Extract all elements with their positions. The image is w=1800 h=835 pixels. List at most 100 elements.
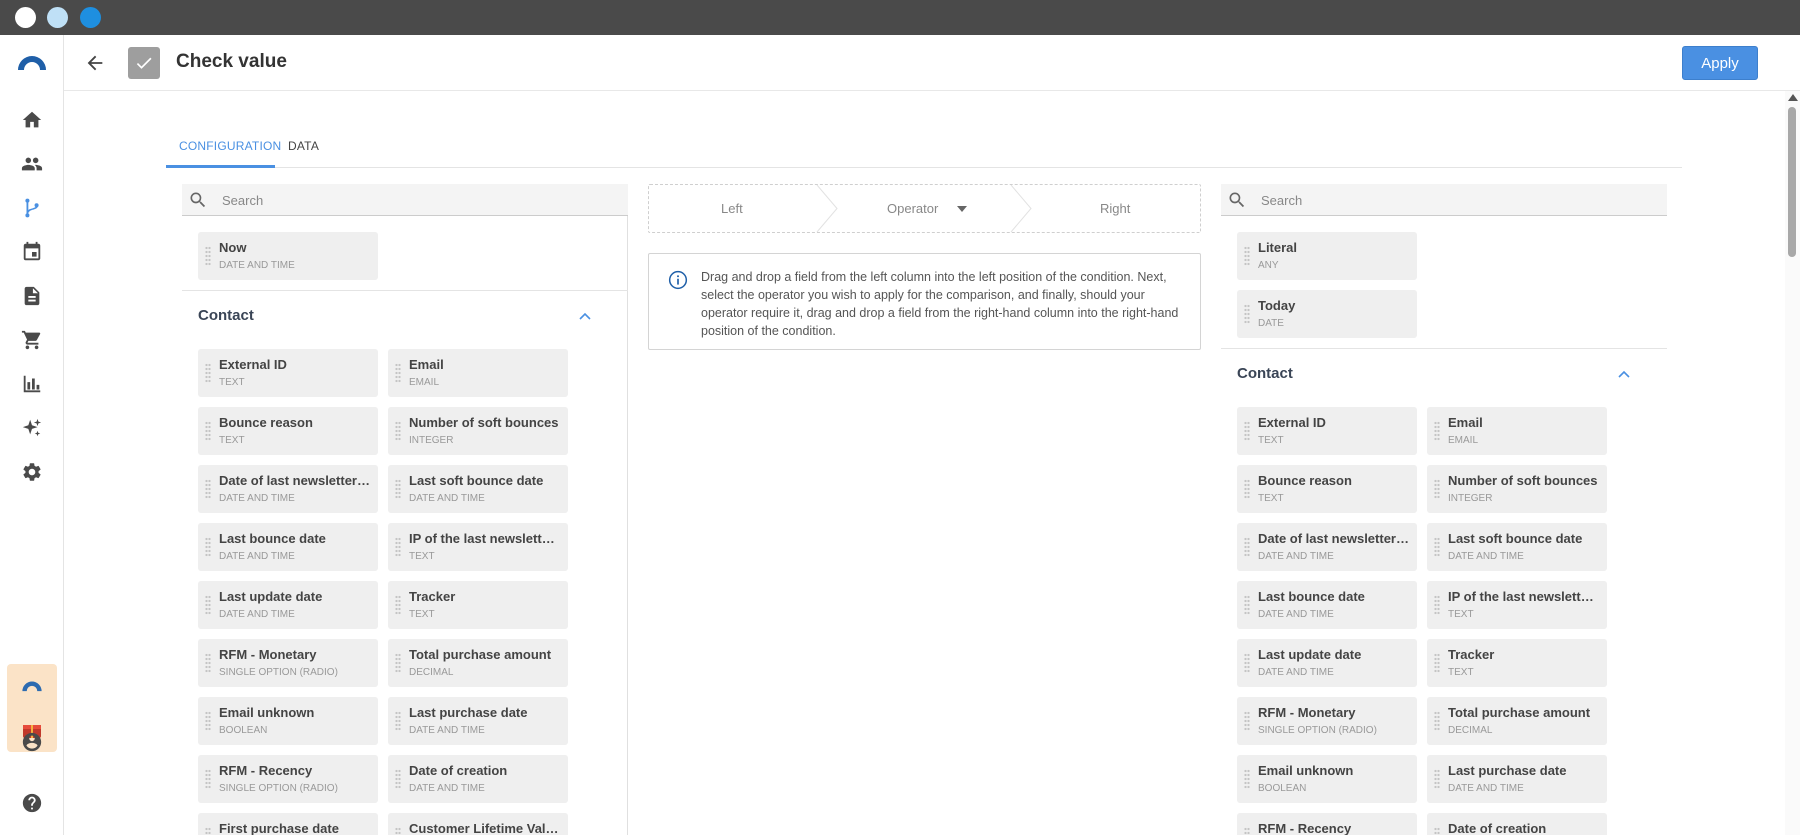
drag-handle-icon[interactable] bbox=[1434, 537, 1440, 557]
field-chip[interactable]: Email EMAIL bbox=[388, 349, 568, 397]
drag-handle-icon[interactable] bbox=[205, 827, 211, 835]
apply-button[interactable]: Apply bbox=[1682, 46, 1758, 80]
drag-handle-icon[interactable] bbox=[1244, 421, 1250, 441]
condition-left-slot[interactable]: Left bbox=[721, 201, 743, 216]
condition-right-slot[interactable]: Right bbox=[1100, 201, 1130, 216]
field-chip[interactable]: Last purchase date DATE AND TIME bbox=[388, 697, 568, 745]
window-minimize-button[interactable] bbox=[47, 7, 68, 28]
field-chip[interactable]: IP of the last newslette… TEXT bbox=[1427, 581, 1607, 629]
document-icon[interactable] bbox=[20, 284, 44, 308]
drag-handle-icon[interactable] bbox=[205, 653, 211, 673]
drag-handle-icon[interactable] bbox=[1244, 246, 1250, 266]
field-chip[interactable]: Last update date DATE AND TIME bbox=[1237, 639, 1417, 687]
field-chip[interactable]: Tracker TEXT bbox=[388, 581, 568, 629]
field-chip[interactable]: Last bounce date DATE AND TIME bbox=[198, 523, 378, 571]
field-chip[interactable]: Last purchase date DATE AND TIME bbox=[1427, 755, 1607, 803]
field-chip[interactable]: Email unknown BOOLEAN bbox=[1237, 755, 1417, 803]
chevron-up-icon[interactable] bbox=[1618, 370, 1630, 378]
field-chip[interactable]: Email unknown BOOLEAN bbox=[198, 697, 378, 745]
field-chip[interactable]: Last soft bounce date DATE AND TIME bbox=[1427, 523, 1607, 571]
drag-handle-icon[interactable] bbox=[205, 595, 211, 615]
field-chip[interactable]: RFM - Recency bbox=[1237, 813, 1417, 835]
drag-handle-icon[interactable] bbox=[1244, 827, 1250, 835]
drag-handle-icon[interactable] bbox=[1434, 769, 1440, 789]
field-chip[interactable]: Customer Lifetime Val… bbox=[388, 813, 568, 835]
field-chip[interactable]: Date of creation bbox=[1427, 813, 1607, 835]
scroll-up-arrow-icon[interactable] bbox=[1788, 94, 1798, 101]
cart-icon[interactable] bbox=[20, 328, 44, 352]
calendar-icon[interactable] bbox=[20, 240, 44, 264]
drag-handle-icon[interactable] bbox=[205, 479, 211, 499]
chevron-up-icon[interactable] bbox=[579, 312, 591, 320]
gear-icon[interactable] bbox=[20, 460, 44, 484]
field-chip[interactable]: Date of creation DATE AND TIME bbox=[388, 755, 568, 803]
drag-handle-icon[interactable] bbox=[1244, 653, 1250, 673]
field-chip[interactable]: External ID TEXT bbox=[198, 349, 378, 397]
field-chip[interactable]: Today DATE bbox=[1237, 290, 1417, 338]
logo-icon[interactable] bbox=[17, 51, 47, 75]
field-chip[interactable]: RFM - Recency SINGLE OPTION (RADIO) bbox=[198, 755, 378, 803]
drag-handle-icon[interactable] bbox=[1434, 711, 1440, 731]
drag-handle-icon[interactable] bbox=[395, 653, 401, 673]
drag-handle-icon[interactable] bbox=[205, 246, 211, 266]
field-chip[interactable]: Tracker TEXT bbox=[1427, 639, 1607, 687]
drag-handle-icon[interactable] bbox=[395, 537, 401, 557]
people-icon[interactable] bbox=[20, 152, 44, 176]
field-chip[interactable]: Number of soft bounces INTEGER bbox=[388, 407, 568, 455]
field-chip[interactable]: Last update date DATE AND TIME bbox=[198, 581, 378, 629]
field-chip[interactable]: Now DATE AND TIME bbox=[198, 232, 378, 280]
field-chip[interactable]: RFM - Monetary SINGLE OPTION (RADIO) bbox=[1237, 697, 1417, 745]
right-search-input[interactable] bbox=[1261, 190, 1641, 210]
drag-handle-icon[interactable] bbox=[1244, 769, 1250, 789]
field-chip[interactable]: IP of the last newslette… TEXT bbox=[388, 523, 568, 571]
drag-handle-icon[interactable] bbox=[1244, 304, 1250, 324]
drag-handle-icon[interactable] bbox=[1434, 595, 1440, 615]
page-scrollbar[interactable] bbox=[1785, 91, 1800, 835]
field-chip[interactable]: Date of last newsletter… DATE AND TIME bbox=[198, 465, 378, 513]
flow-icon[interactable] bbox=[14, 190, 50, 226]
drag-handle-icon[interactable] bbox=[1434, 421, 1440, 441]
home-icon[interactable] bbox=[20, 108, 44, 132]
field-chip[interactable]: Bounce reason TEXT bbox=[198, 407, 378, 455]
help-icon[interactable] bbox=[20, 791, 44, 815]
drag-handle-icon[interactable] bbox=[205, 711, 211, 731]
drag-handle-icon[interactable] bbox=[395, 421, 401, 441]
drag-handle-icon[interactable] bbox=[395, 479, 401, 499]
right-search-box[interactable] bbox=[1221, 184, 1667, 216]
window-close-button[interactable] bbox=[15, 7, 36, 28]
drag-handle-icon[interactable] bbox=[1244, 537, 1250, 557]
account-icon[interactable] bbox=[20, 730, 44, 754]
window-maximize-button[interactable] bbox=[80, 7, 101, 28]
field-chip[interactable]: Number of soft bounces INTEGER bbox=[1427, 465, 1607, 513]
drag-handle-icon[interactable] bbox=[395, 595, 401, 615]
tab-configuration[interactable]: CONFIGURATION bbox=[179, 139, 281, 153]
drag-handle-icon[interactable] bbox=[395, 711, 401, 731]
chart-icon[interactable] bbox=[20, 372, 44, 396]
field-chip[interactable]: Literal ANY bbox=[1237, 232, 1417, 280]
drag-handle-icon[interactable] bbox=[395, 827, 401, 835]
field-chip[interactable]: Bounce reason TEXT bbox=[1237, 465, 1417, 513]
scrollbar-thumb[interactable] bbox=[1788, 107, 1796, 257]
drag-handle-icon[interactable] bbox=[205, 421, 211, 441]
field-chip[interactable]: Last bounce date DATE AND TIME bbox=[1237, 581, 1417, 629]
caret-down-icon[interactable] bbox=[957, 206, 967, 212]
field-chip[interactable]: RFM - Monetary SINGLE OPTION (RADIO) bbox=[198, 639, 378, 687]
field-chip[interactable]: External ID TEXT bbox=[1237, 407, 1417, 455]
drag-handle-icon[interactable] bbox=[1244, 479, 1250, 499]
drag-handle-icon[interactable] bbox=[1434, 653, 1440, 673]
left-search-box[interactable] bbox=[182, 184, 628, 216]
drag-handle-icon[interactable] bbox=[205, 769, 211, 789]
drag-handle-icon[interactable] bbox=[1434, 827, 1440, 835]
field-chip[interactable]: Email EMAIL bbox=[1427, 407, 1607, 455]
drag-handle-icon[interactable] bbox=[1434, 479, 1440, 499]
drag-handle-icon[interactable] bbox=[1244, 711, 1250, 731]
field-chip[interactable]: Last soft bounce date DATE AND TIME bbox=[388, 465, 568, 513]
operator-dropdown[interactable]: Operator bbox=[887, 201, 938, 216]
left-search-input[interactable] bbox=[222, 190, 602, 210]
back-arrow-icon[interactable] bbox=[84, 52, 106, 74]
drag-handle-icon[interactable] bbox=[1244, 595, 1250, 615]
drag-handle-icon[interactable] bbox=[205, 537, 211, 557]
field-chip[interactable]: First purchase date bbox=[198, 813, 378, 835]
drag-handle-icon[interactable] bbox=[395, 769, 401, 789]
field-chip[interactable]: Total purchase amount DECIMAL bbox=[1427, 697, 1607, 745]
